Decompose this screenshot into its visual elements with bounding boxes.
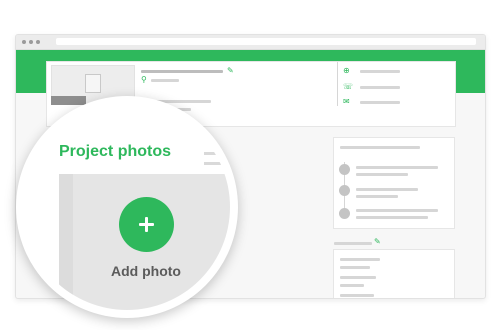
activity-line-placeholder (356, 166, 438, 169)
activity-line-placeholder (356, 188, 418, 191)
email-placeholder (360, 101, 400, 104)
mail-icon: ✉ (343, 97, 350, 106)
window-dot-icon (36, 40, 40, 44)
phone-icon: ☏ (343, 82, 354, 91)
image-caption-bar (51, 96, 86, 105)
activity-line-placeholder (356, 195, 398, 198)
window-dot-icon (22, 40, 26, 44)
phone-placeholder (360, 86, 400, 89)
magnifier-content: Project photos Add photo (24, 104, 230, 310)
window-dot-icon (29, 40, 33, 44)
activity-line-placeholder (356, 216, 428, 219)
section-title: Project photos (59, 143, 172, 160)
reviews-heading-placeholder (334, 242, 372, 245)
review-line-placeholder (340, 276, 376, 279)
globe-icon: ⊕ (343, 66, 350, 75)
magnifier-lens: Project photos Add photo (16, 96, 238, 318)
add-photo-label[interactable]: Add photo (96, 263, 196, 279)
review-line-placeholder (340, 266, 370, 269)
screen: ✎ ⚲ ⊕ ☏ ✉ ✎ Project photos Add photo (0, 0, 500, 330)
website-placeholder (360, 70, 400, 73)
section-text-placeholder (204, 152, 230, 155)
address-bar[interactable] (56, 38, 476, 45)
plus-icon (145, 217, 148, 232)
user-icon (339, 208, 350, 219)
dropzone-shade (59, 174, 73, 310)
pencil-icon[interactable]: ✎ (374, 238, 381, 246)
company-name-placeholder (141, 70, 223, 73)
activity-heading-placeholder (340, 146, 420, 149)
activity-line-placeholder (356, 209, 438, 212)
reviews-card (333, 249, 455, 298)
section-text-placeholder (204, 162, 230, 165)
clock-icon (339, 164, 350, 175)
review-line-placeholder (340, 284, 364, 287)
add-photo-button[interactable] (119, 197, 174, 252)
divider (337, 62, 338, 106)
review-line-placeholder (340, 294, 374, 297)
map-pin-icon: ⚲ (141, 75, 147, 84)
briefcase-icon (339, 185, 350, 196)
activity-card (333, 137, 455, 229)
activity-line-placeholder (356, 173, 408, 176)
document-icon (85, 74, 101, 93)
location-placeholder (151, 79, 179, 82)
pencil-icon[interactable]: ✎ (227, 67, 234, 75)
review-line-placeholder (340, 258, 380, 261)
browser-toolbar (16, 35, 485, 50)
